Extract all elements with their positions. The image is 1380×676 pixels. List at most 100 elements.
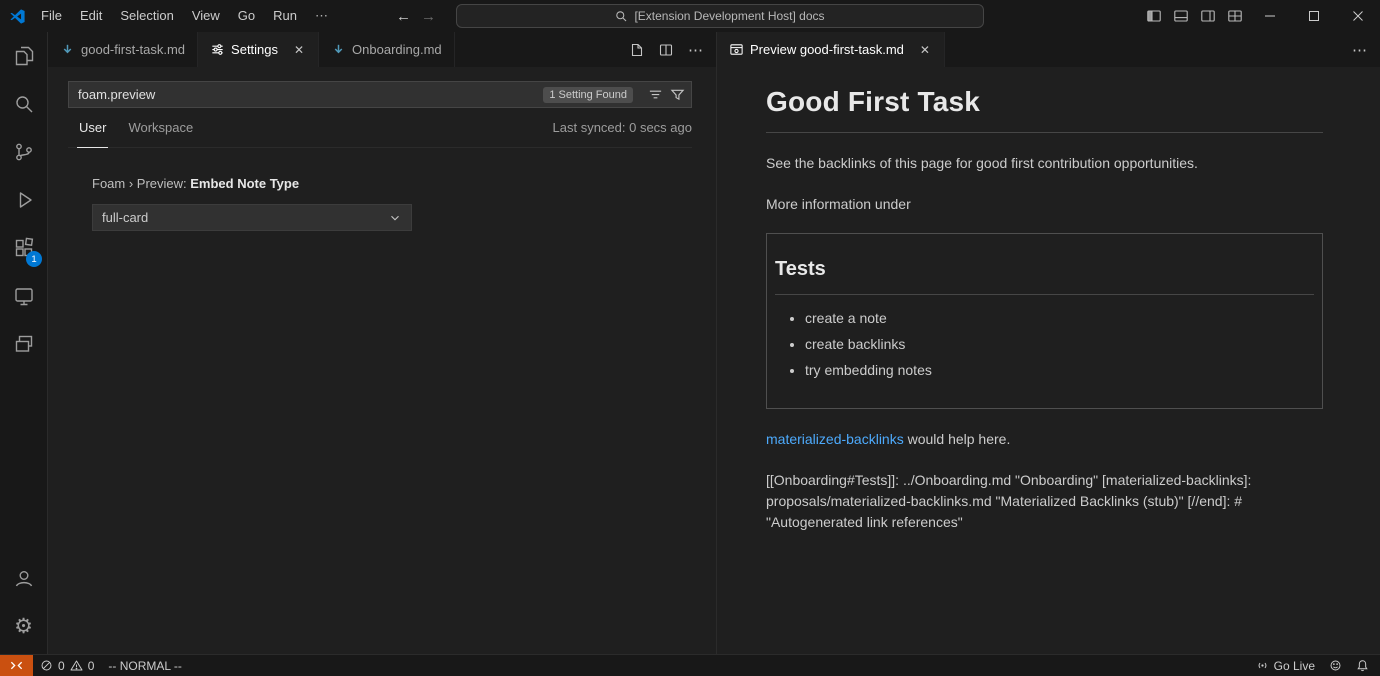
more-actions-icon[interactable]: ⋯ [688,41,704,59]
setting-name: Embed Note Type [190,176,299,191]
command-center-search[interactable]: [Extension Development Host] docs [456,4,984,28]
setting-item-embed-note-type: Foam › Preview: Embed Note Type full-car… [68,176,692,231]
tab-label: Settings [231,42,278,57]
materialized-backlinks-link[interactable]: materialized-backlinks [766,431,904,447]
split-editor-icon[interactable] [658,42,674,58]
history-navigation: ← → [396,0,436,32]
link-paragraph: materialized-backlinks would help here. [766,429,1323,450]
menu-selection[interactable]: Selection [111,0,182,32]
vscode-logo-icon [9,8,26,25]
more-actions-icon[interactable]: ⋯ [1352,41,1368,59]
settings-result-badge: 1 Setting Found [543,87,633,103]
editor-actions: ⋯ [1352,32,1380,67]
windows-view-icon[interactable] [0,320,47,368]
warnings-icon [70,659,83,672]
settings-gear-icon[interactable]: ⚙ [0,602,47,650]
close-window-button[interactable] [1336,0,1380,32]
activity-bar-bottom: ⚙ [0,554,47,654]
embed-list: create a note create backlinks try embed… [775,308,1314,381]
accounts-icon[interactable] [0,554,47,602]
forward-icon[interactable]: → [421,8,436,25]
toggle-panel-icon[interactable] [1167,0,1194,32]
left-tab-bar: good-first-task.md Settings ✕ Onboarding… [48,32,716,67]
settings-search-input[interactable]: foam.preview 1 Setting Found [68,81,692,108]
source-control-icon[interactable] [0,128,47,176]
list-item: try embedding notes [805,360,1314,381]
last-synced-label: Last synced: 0 secs ago [553,108,692,147]
title-bar: File Edit Selection View Go Run ⋯ ← → [E… [0,0,1380,32]
go-live-label: Go Live [1274,659,1315,673]
activity-bar: 1 ⚙ [0,32,48,654]
select-value: full-card [102,210,148,225]
notifications-bell-icon[interactable] [1349,655,1376,676]
markdown-file-icon [60,42,75,57]
open-settings-json-icon[interactable] [628,42,644,58]
markdown-preview-icon [729,42,744,57]
run-debug-icon[interactable] [0,176,47,224]
tab-label: Preview good-first-task.md [750,42,904,57]
setting-title: Foam › Preview: Embed Note Type [92,176,692,191]
menu-edit[interactable]: Edit [71,0,111,32]
editor-group-left: good-first-task.md Settings ✕ Onboarding… [48,32,716,654]
menu-more-icon[interactable]: ⋯ [306,0,337,32]
settings-sliders-icon [210,42,225,57]
toggle-primary-sidebar-icon[interactable] [1140,0,1167,32]
list-item: create a note [805,308,1314,329]
remote-explorer-icon[interactable] [0,272,47,320]
feedback-icon[interactable] [1322,655,1349,676]
activity-bar-top: 1 [0,32,47,368]
close-tab-icon[interactable]: ✕ [292,43,306,57]
settings-search-value: foam.preview [78,87,543,102]
menu-view[interactable]: View [183,0,229,32]
tab-onboarding[interactable]: Onboarding.md [319,32,455,67]
menu-run[interactable]: Run [264,0,306,32]
toggle-secondary-sidebar-icon[interactable] [1194,0,1221,32]
explorer-icon[interactable] [0,32,47,80]
menu-bar: File Edit Selection View Go Run ⋯ [32,0,337,32]
embed-title: Tests [775,254,1314,295]
go-live-button[interactable]: Go Live [1249,655,1322,676]
preview-more: More information under [766,194,1323,215]
filter-icon[interactable] [670,87,685,102]
preview-heading: Good First Task [766,81,1323,133]
menu-go[interactable]: Go [229,0,264,32]
embed-note-type-select[interactable]: full-card [92,204,412,231]
status-bar-right: Go Live [1249,655,1380,676]
errors-count: 0 [58,659,65,673]
back-icon[interactable]: ← [396,8,411,25]
broadcast-icon [1256,659,1269,672]
warnings-count: 0 [88,659,95,673]
setting-category: Foam › Preview: [92,176,190,191]
tab-good-first-task[interactable]: good-first-task.md [48,32,198,67]
search-icon [615,10,628,23]
markdown-preview: Good First Task See the backlinks of thi… [717,67,1380,533]
extensions-icon[interactable]: 1 [0,224,47,272]
tab-label: good-first-task.md [81,42,185,57]
preview-intro: See the backlinks of this page for good … [766,153,1323,174]
editor-group-right: Preview good-first-task.md ✕ ⋯ Good Firs… [716,32,1380,654]
scope-tab-workspace[interactable]: Workspace [126,108,195,148]
close-tab-icon[interactable]: ✕ [918,43,932,57]
menu-file[interactable]: File [32,0,71,32]
vim-mode-indicator[interactable]: -- NORMAL -- [101,655,189,676]
scope-tab-user[interactable]: User [77,108,108,148]
minimize-button[interactable] [1248,0,1292,32]
problems-indicator[interactable]: 0 0 [33,655,101,676]
link-references: [[Onboarding#Tests]]: ../Onboarding.md "… [766,470,1323,533]
tab-preview-good-first-task[interactable]: Preview good-first-task.md ✕ [717,32,945,67]
clear-filters-icon[interactable] [648,87,663,102]
remote-indicator[interactable] [0,655,33,676]
right-tab-bar: Preview good-first-task.md ✕ ⋯ [717,32,1380,67]
extensions-badge: 1 [26,251,42,267]
chevron-down-icon [388,211,402,225]
search-view-icon[interactable] [0,80,47,128]
editor-actions: ⋯ [628,32,716,67]
settings-editor: foam.preview 1 Setting Found User Worksp… [48,67,716,231]
customize-layout-icon[interactable] [1221,0,1248,32]
search-text: [Extension Development Host] docs [634,9,824,23]
markdown-file-icon [331,42,346,57]
settings-scope-tabs: User Workspace Last synced: 0 secs ago [68,108,692,148]
titlebar-controls [1140,0,1380,32]
tab-settings[interactable]: Settings ✕ [198,32,319,67]
maximize-button[interactable] [1292,0,1336,32]
